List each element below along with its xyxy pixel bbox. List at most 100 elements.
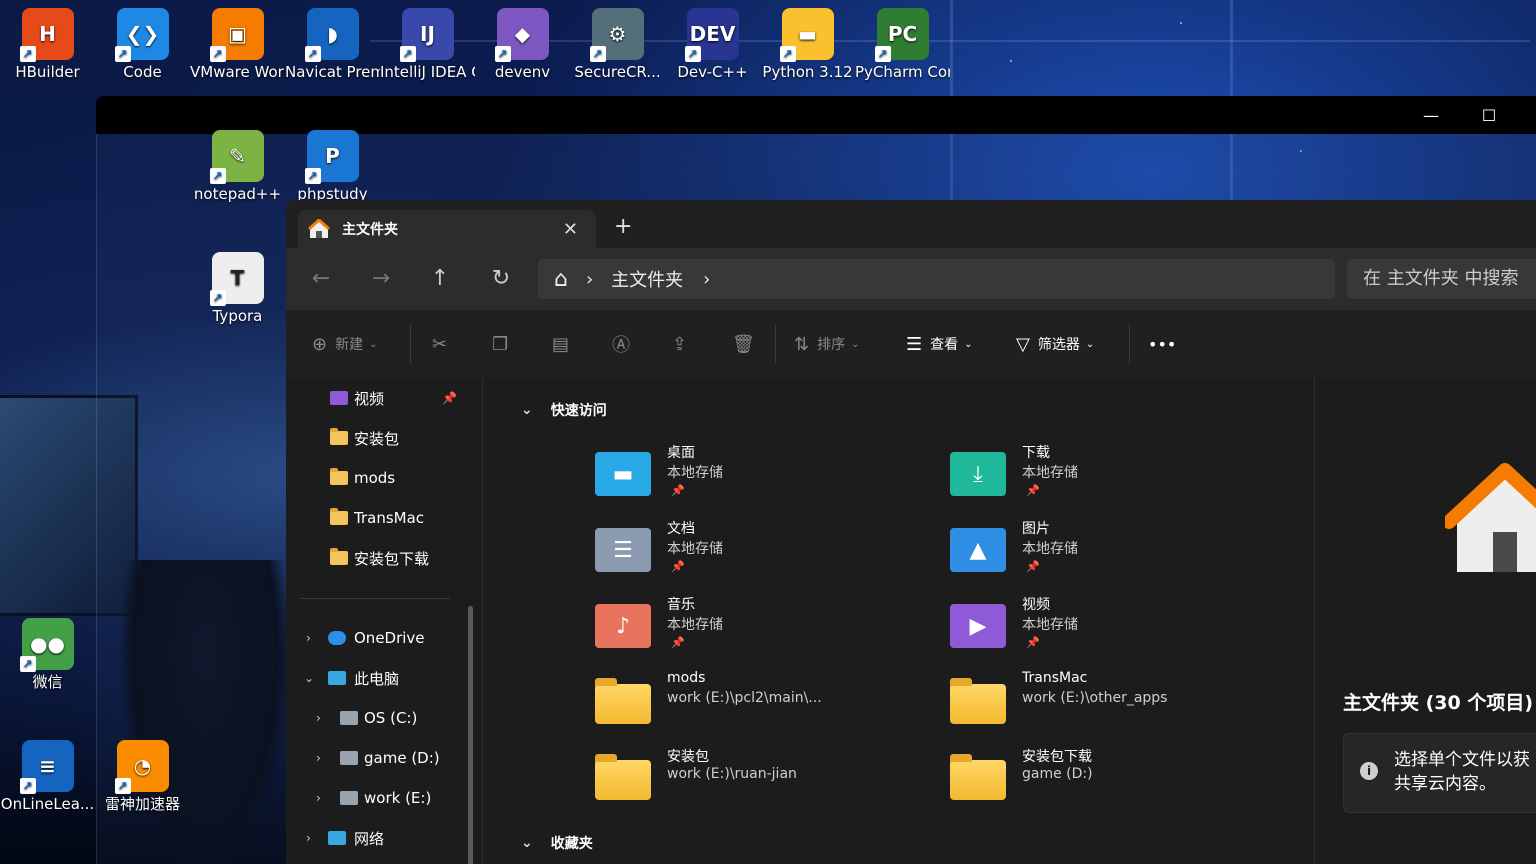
back-icon[interactable]: ← [306, 266, 336, 292]
sidebar-tree-item[interactable]: › game (D:) [286, 738, 482, 778]
sidebar-tree-item[interactable]: › OS (C:) [286, 698, 482, 738]
sidebar-item[interactable]: 安装包下载 [286, 538, 482, 578]
desktop-icon[interactable]: T ↗ Typora [190, 244, 285, 346]
share-button[interactable]: ⇪ [672, 332, 695, 356]
desktop-icon[interactable]: ◆ ↗ devenv [475, 0, 570, 102]
quick-access-item[interactable]: ▶ 视频 本地存储 📌 [950, 594, 1290, 666]
app-glyph: ⚙ [608, 22, 627, 46]
delete-button[interactable]: 🗑 [732, 332, 763, 356]
quick-access-label: 快速访问 [550, 403, 607, 419]
quick-access-item[interactable]: ♪ 音乐 本地存储 📌 [595, 594, 935, 666]
sidebar-item[interactable]: mods [286, 458, 482, 498]
desktop-icon[interactable]: ✎ ↗ notepad++ [190, 122, 285, 224]
item-name: 安装包下载 [1022, 749, 1092, 765]
folder-icon [950, 754, 1006, 800]
desktop-icon[interactable]: ◗↗Navicat Premium 15 [285, 0, 380, 102]
desktop-icon[interactable]: ❮❯ ↗ Code [95, 0, 190, 102]
sort-icon: ⇅ [794, 333, 810, 355]
breadcrumb-home-folder[interactable]: 主文件夹 [611, 266, 683, 292]
quick-access-item[interactable]: ⤓ 下载 本地存储 📌 [950, 442, 1290, 514]
sidebar-tree-item[interactable]: › 网络 [286, 818, 482, 858]
sort-button[interactable]: ⇅ 排序 ⌄ [794, 332, 859, 356]
sidebar-tree-item[interactable]: › work (E:) [286, 778, 482, 818]
favorites-header[interactable]: ⌄ 收藏夹 [521, 833, 593, 853]
expand-chevron-icon[interactable]: › [316, 751, 321, 765]
app-glyph: T [230, 266, 245, 290]
desktop-icon[interactable]: PC↗PyCharm Communi... [855, 0, 950, 102]
breadcrumb-separator-icon[interactable]: › [586, 269, 593, 290]
shortcut-arrow-icon: ↗ [779, 46, 796, 62]
expand-chevron-icon[interactable]: › [316, 791, 321, 805]
filter-button[interactable]: ▽ 筛选器 ⌄ [1016, 332, 1094, 356]
quick-access-item[interactable]: 安装包 work (E:)\ruan-jian [595, 746, 935, 818]
rename-button[interactable]: Ⓐ [612, 332, 638, 356]
maximize-button[interactable]: ☐ [1460, 96, 1518, 134]
chevron-down-icon: ⌄ [369, 338, 378, 350]
sidebar-item-label: 安装包 [354, 429, 400, 448]
pin-icon[interactable]: 📌 [442, 391, 457, 405]
sidebar-item[interactable]: 安装包 [286, 418, 482, 458]
quick-access-item[interactable]: ☰ 文档 本地存储 📌 [595, 518, 935, 590]
desktop-icon[interactable]: H ↗ HBuilder [0, 0, 95, 102]
expand-chevron-icon[interactable]: › [306, 831, 311, 845]
forward-icon[interactable]: → [366, 266, 396, 292]
sidebar-item[interactable]: TransMac [286, 498, 482, 538]
videos-folder-icon: ▶ [950, 604, 1006, 648]
desktop-icon[interactable]: IJ↗IntelliJ IDEA Communi... [380, 0, 475, 102]
desktop-icon-label: devenv [494, 63, 551, 81]
desktop-icon[interactable]: ≡ ↗ OnLineLea... [0, 732, 95, 834]
desktop-icon-label: SecureCR... [574, 63, 661, 81]
cut-button[interactable]: ✂ [432, 332, 455, 356]
address-bar[interactable]: ⌂ › 主文件夹 › [538, 259, 1335, 299]
new-button[interactable]: ⊕ 新建 ⌄ [312, 332, 377, 356]
sidebar-tree-item[interactable]: › OneDrive [286, 618, 482, 658]
quick-access-item[interactable]: ▲ 图片 本地存储 📌 [950, 518, 1290, 590]
folder-icon [330, 428, 348, 445]
expand-chevron-icon[interactable]: › [316, 711, 321, 725]
quick-access-header[interactable]: ⌄ 快速访问 [521, 400, 607, 420]
paste-button[interactable]: ▤ [552, 332, 577, 356]
desktop-icon[interactable]: ▣↗VMware Workstati... [190, 0, 285, 102]
desktop-icon[interactable]: DEV ↗ Dev-C++ [665, 0, 760, 102]
item-location: work (E:)\pcl2\main\... [667, 690, 822, 706]
app-glyph: ◗ [327, 22, 338, 46]
up-icon[interactable]: ↑ [425, 266, 455, 292]
filter-icon: ▽ [1016, 333, 1030, 355]
home-icon[interactable]: ⌂ [554, 267, 568, 292]
preview-art [1315, 378, 1536, 652]
sidebar-item-label: 视频 [354, 389, 385, 408]
desktop-icon-label: HBuilder [15, 63, 80, 81]
shortcut-arrow-icon: ↗ [19, 46, 36, 62]
desktop-icon[interactable]: ▬ ↗ Python 3.12 [760, 0, 855, 102]
desktop-icon[interactable]: ⚙ ↗ SecureCR... [570, 0, 665, 102]
view-button[interactable]: ☰ 查看 ⌄ [906, 332, 973, 356]
expand-chevron-icon[interactable]: ⌄ [304, 671, 314, 685]
expand-chevron-icon[interactable]: › [306, 631, 311, 645]
refresh-icon[interactable]: ↻ [486, 266, 516, 292]
quick-access-item[interactable]: mods work (E:)\pcl2\main\... [595, 670, 935, 742]
more-options-button[interactable]: ••• [1148, 332, 1176, 356]
close-tab-icon[interactable]: ✕ [563, 219, 578, 240]
quick-access-item[interactable]: 安装包下载 game (D:) [950, 746, 1290, 818]
new-tab-button[interactable]: + [614, 216, 632, 238]
desktop-icon-label: 雷神加速器 [104, 795, 180, 813]
quick-access-item[interactable]: TransMac work (E:)\other_apps [950, 670, 1290, 742]
minimize-button[interactable]: — [1402, 96, 1460, 134]
app-icon: ⚙ ↗ [589, 8, 644, 62]
desktop-icon[interactable]: ●● ↗ 微信 [0, 610, 95, 712]
sidebar-tree-item[interactable]: ⌄ 此电脑 [286, 658, 482, 698]
sidebar-tree-label: game (D:) [364, 749, 440, 767]
tab-bar: 主文件夹 ✕ + [286, 200, 1536, 248]
quick-access-item[interactable]: ▬ 桌面 本地存储 📌 [595, 442, 935, 514]
app-icon: ≡ ↗ [19, 740, 74, 794]
copy-button[interactable]: ❐ [492, 332, 516, 356]
search-input[interactable]: 在 主文件夹 中搜索 [1347, 259, 1536, 299]
sidebar-scrollbar[interactable] [468, 606, 473, 864]
item-location: work (E:)\other_apps [1022, 690, 1168, 706]
sidebar-item[interactable]: 视频 📌 [286, 378, 482, 418]
desktop-icon[interactable]: ◔ ↗ 雷神加速器 [95, 732, 190, 834]
app-glyph: ●● [30, 632, 65, 656]
chevron-down-icon: ⌄ [521, 835, 533, 851]
breadcrumb-expand-icon[interactable]: › [703, 269, 710, 290]
tab-home[interactable]: 主文件夹 ✕ [298, 210, 596, 248]
